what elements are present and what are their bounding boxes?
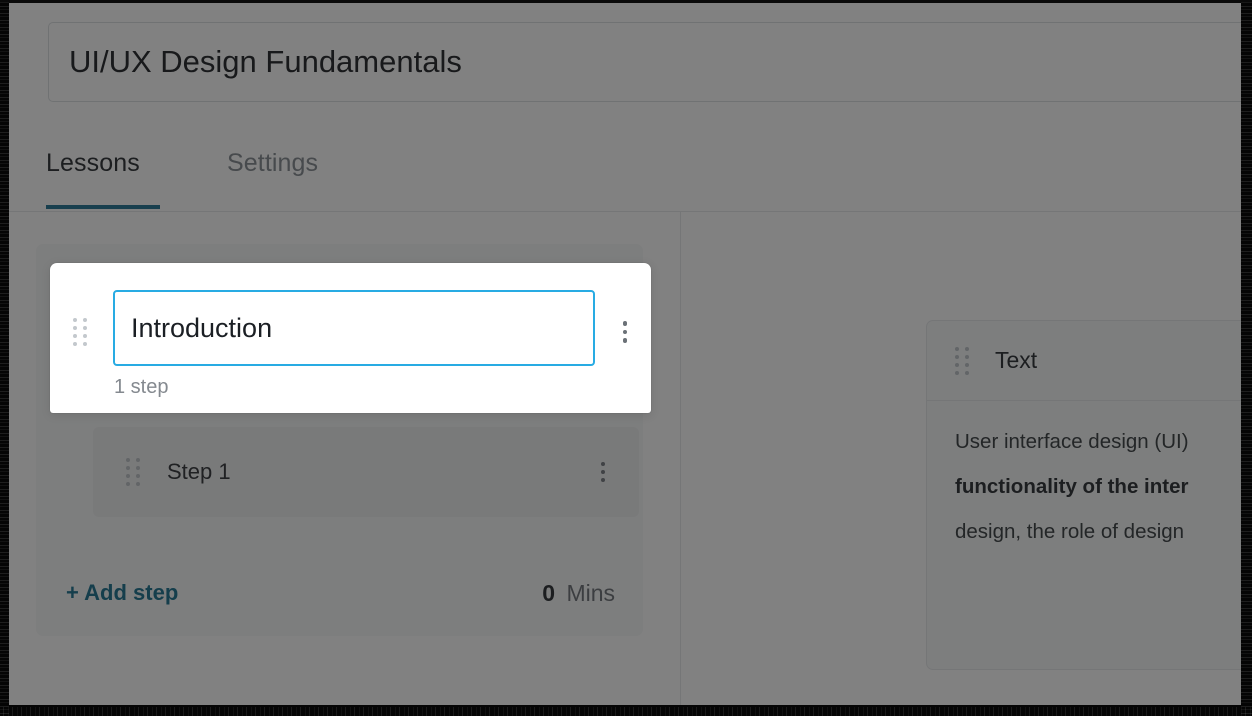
drag-dots-icon[interactable] xyxy=(126,458,140,486)
screenshot-frame: Lessons Settings Step 1 xyxy=(0,0,1252,716)
lesson-duration-value: 0 xyxy=(542,579,556,606)
course-title-input[interactable] xyxy=(48,22,1241,102)
course-title-field-wrap xyxy=(48,22,1241,102)
frame-edge-right xyxy=(1241,0,1252,716)
kebab-menu-icon[interactable] xyxy=(597,458,609,486)
lesson-duration: 0 Mins xyxy=(542,580,615,607)
app-viewport: Lessons Settings Step 1 xyxy=(9,3,1241,705)
step-label: Step 1 xyxy=(167,459,231,484)
drag-dots-icon[interactable] xyxy=(955,346,969,375)
add-step-button[interactable]: + Add step xyxy=(66,580,178,606)
tab-active-indicator xyxy=(46,205,160,209)
lesson-duration-unit: Mins xyxy=(566,579,615,606)
lesson-card-footer: + Add step 0 Mins xyxy=(36,550,643,636)
frame-edge-left xyxy=(0,0,9,716)
lesson-name-input[interactable] xyxy=(113,290,595,366)
lesson-header-highlighted[interactable]: 1 step xyxy=(50,263,651,413)
kebab-menu-icon[interactable] xyxy=(619,317,632,347)
tab-settings[interactable]: Settings xyxy=(227,149,318,178)
column-divider xyxy=(680,212,681,705)
spotlight-region: 1 step xyxy=(41,254,651,414)
tabs-divider xyxy=(9,211,1241,212)
content-block-body[interactable]: User interface design (UI) functionality… xyxy=(927,401,1241,554)
drag-dots-icon[interactable] xyxy=(73,318,87,346)
content-block-type-label: Text xyxy=(995,347,1038,373)
lesson-step-count: 1 step xyxy=(114,376,169,398)
content-block-header: Text xyxy=(927,321,1241,401)
content-block-text[interactable]: Text User interface design (UI) function… xyxy=(926,320,1241,670)
step-row[interactable]: Step 1 xyxy=(93,427,639,517)
paragraph-line-2: functionality of the inter xyxy=(955,475,1189,498)
editor-tabs: Lessons Settings xyxy=(37,137,1241,211)
frame-edge-bottom xyxy=(0,707,1252,716)
paragraph-line-3: design, the role of design xyxy=(955,520,1185,543)
tab-lessons[interactable]: Lessons xyxy=(46,149,140,178)
frame-edge-top xyxy=(0,0,1252,3)
paragraph-line-1: User interface design (UI) xyxy=(955,430,1189,453)
